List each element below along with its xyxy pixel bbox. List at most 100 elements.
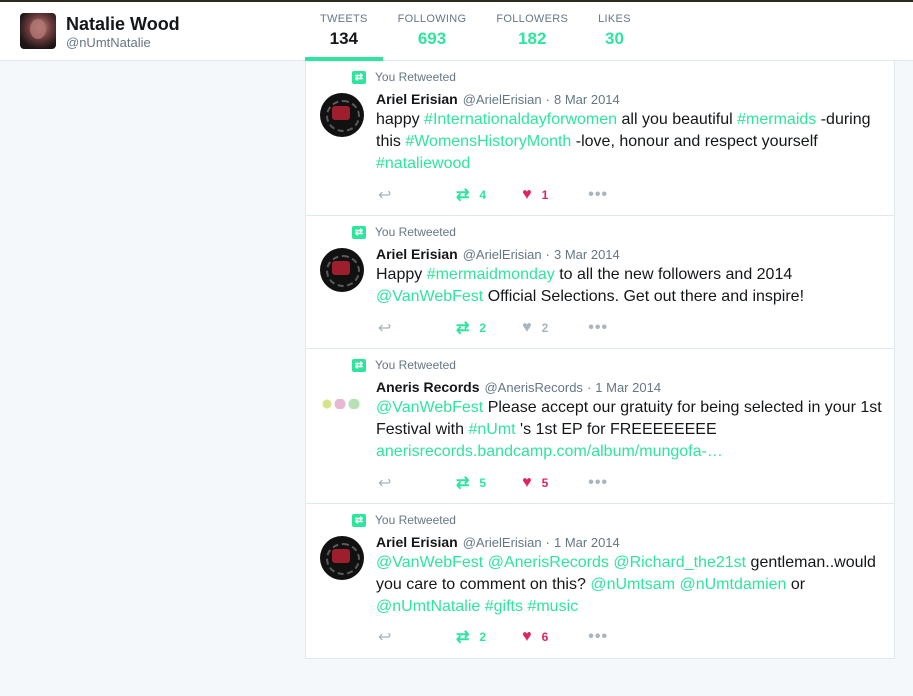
tweet-item[interactable]: ⇄ You Retweeted Ariel Erisian @ArielEris… xyxy=(306,216,894,349)
like-button[interactable]: ♥ 5 xyxy=(522,474,548,492)
tweet-text-segment: -love, honour and respect yourself xyxy=(571,133,818,150)
tweet-text-segment: or xyxy=(786,576,806,593)
more-icon[interactable]: ••• xyxy=(588,474,608,492)
retweet-context-label: You Retweeted xyxy=(375,225,456,239)
tweet-text: @VanWebFest @AnerisRecords @Richard_the2… xyxy=(376,552,888,618)
retweet-context-label: You Retweeted xyxy=(375,513,456,527)
tweet-author-handle[interactable]: @ArielErisian xyxy=(463,247,542,262)
like-count: 6 xyxy=(541,630,549,644)
hashtag-link[interactable]: #gifts xyxy=(485,598,523,615)
tweet-author-handle[interactable]: @AnerisRecords xyxy=(484,380,582,395)
tweet-author-handle[interactable]: @ArielErisian xyxy=(463,535,542,550)
retweet-count: 4 xyxy=(479,188,487,202)
retweet-context: ⇄ You Retweeted xyxy=(352,358,456,372)
retweet-context: ⇄ You Retweeted xyxy=(352,513,456,527)
hashtag-link[interactable]: #music xyxy=(527,598,578,615)
tweet-avatar[interactable] xyxy=(320,248,364,292)
tweet-avatar[interactable] xyxy=(320,536,364,580)
separator-dot: · xyxy=(545,92,550,107)
hashtag-link[interactable]: #nUmt xyxy=(468,421,515,438)
profile-summary[interactable]: Natalie Wood @nUmtNatalie xyxy=(20,13,180,51)
hashtag-link[interactable]: #mermaids xyxy=(737,111,816,128)
mention-link[interactable]: @VanWebFest xyxy=(376,288,483,305)
tweet-date[interactable]: 1 Mar 2014 xyxy=(554,535,620,550)
tweet-text: happy #Internationaldayforwomen all you … xyxy=(376,109,888,175)
mention-link[interactable]: @Richard_the21st xyxy=(613,554,746,571)
retweet-context-label: You Retweeted xyxy=(375,358,456,372)
tweet-text: @VanWebFest Please accept our gratuity f… xyxy=(376,397,888,463)
tweet-date[interactable]: 1 Mar 2014 xyxy=(595,380,661,395)
tweet-item[interactable]: ⇄ You Retweeted Ariel Erisian @ArielEris… xyxy=(306,61,894,216)
stat-value: 134 xyxy=(329,29,358,48)
hashtag-link[interactable]: #nataliewood xyxy=(376,155,470,172)
tweet-actions: ↩ ⇄ 2 ♥ 2 ••• xyxy=(378,318,608,338)
tweet-avatar[interactable] xyxy=(320,93,364,137)
mention-link[interactable]: @nUmtsam xyxy=(590,576,675,593)
tweet-text-segment: 's 1st EP for FREEEEEEEE xyxy=(515,421,717,438)
stat-value: 693 xyxy=(417,29,447,48)
stat-tweets[interactable]: TWEETS 134 xyxy=(305,2,383,61)
heart-icon: ♥ xyxy=(522,474,532,491)
url-link[interactable]: anerisrecords.bandcamp.com/album/mungofa… xyxy=(376,443,723,460)
retweet-count: 2 xyxy=(479,321,487,335)
profile-header: Natalie Wood @nUmtNatalie TWEETS 134 FOL… xyxy=(0,2,913,61)
reply-icon[interactable]: ↩ xyxy=(378,473,396,493)
retweet-button[interactable]: ⇄ 2 xyxy=(456,318,486,338)
tweet-text-segment: all you beautiful xyxy=(617,111,738,128)
hashtag-link[interactable]: #mermaidmonday xyxy=(427,266,555,283)
hashtag-link[interactable]: #WomensHistoryMonth xyxy=(405,133,571,150)
mention-link[interactable]: @nUmtNatalie xyxy=(376,598,480,615)
retweet-context: ⇄ You Retweeted xyxy=(352,70,456,84)
mention-link[interactable]: @AnerisRecords xyxy=(488,554,609,571)
tweet-actions: ↩ ⇄ 2 ♥ 6 ••• xyxy=(378,627,608,647)
retweet-icon: ⇄ xyxy=(456,629,470,646)
heart-icon: ♥ xyxy=(522,628,532,645)
stat-label: FOLLOWERS xyxy=(496,13,569,25)
like-count: 5 xyxy=(541,476,549,490)
tweet-author-name[interactable]: Ariel Erisian xyxy=(376,534,458,550)
retweet-icon: ⇄ xyxy=(456,320,470,337)
retweet-button[interactable]: ⇄ 5 xyxy=(456,473,486,493)
retweet-icon: ⇄ xyxy=(352,70,366,84)
tweet-text-segment: Official Selections. Get out there and i… xyxy=(483,288,805,305)
like-button[interactable]: ♥ 6 xyxy=(522,628,548,646)
more-icon[interactable]: ••• xyxy=(588,628,608,646)
stat-likes[interactable]: LIKES 30 xyxy=(583,2,646,61)
like-count: 2 xyxy=(541,321,549,335)
tweet-author-name[interactable]: Aneris Records xyxy=(376,379,479,395)
profile-avatar[interactable] xyxy=(20,13,56,49)
tweet-author-name[interactable]: Ariel Erisian xyxy=(376,91,458,107)
hashtag-link[interactable]: #Internationaldayforwomen xyxy=(424,111,617,128)
tweet-item[interactable]: ⇄ You Retweeted Ariel Erisian @ArielEris… xyxy=(306,504,894,658)
reply-icon[interactable]: ↩ xyxy=(378,627,396,647)
tweet-text-segment: to all the new followers and 2014 xyxy=(554,266,793,283)
stat-following[interactable]: FOLLOWING 693 xyxy=(383,2,482,61)
tweet-date[interactable]: 8 Mar 2014 xyxy=(554,92,620,107)
profile-name[interactable]: Natalie Wood xyxy=(66,14,180,34)
like-button[interactable]: ♥ 2 xyxy=(522,319,548,337)
tweet-date[interactable]: 3 Mar 2014 xyxy=(554,247,620,262)
retweet-icon: ⇄ xyxy=(352,358,366,372)
mention-link[interactable]: @nUmtdamien xyxy=(679,576,786,593)
retweet-button[interactable]: ⇄ 4 xyxy=(456,185,486,205)
stat-followers[interactable]: FOLLOWERS 182 xyxy=(481,2,583,61)
tweet-text-segment: Happy xyxy=(376,266,427,283)
retweet-count: 5 xyxy=(479,476,487,490)
stat-value: 30 xyxy=(605,29,624,48)
tweet-author-name[interactable]: Ariel Erisian xyxy=(376,246,458,262)
tweet-text-segment: happy xyxy=(376,111,425,128)
mention-link[interactable]: @VanWebFest xyxy=(376,554,483,571)
retweet-button[interactable]: ⇄ 2 xyxy=(456,627,486,647)
more-icon[interactable]: ••• xyxy=(588,319,608,337)
reply-icon[interactable]: ↩ xyxy=(378,185,396,205)
separator-dot: · xyxy=(545,247,550,262)
like-button[interactable]: ♥ 1 xyxy=(522,186,548,204)
mention-link[interactable]: @VanWebFest xyxy=(376,399,483,416)
tweet-item[interactable]: ⇄ You Retweeted Aneris Records @AnerisRe… xyxy=(306,349,894,504)
tweet-author-handle[interactable]: @ArielErisian xyxy=(463,92,542,107)
more-icon[interactable]: ••• xyxy=(588,186,608,204)
stat-label: FOLLOWING xyxy=(397,13,467,25)
tweet-avatar[interactable] xyxy=(320,381,366,425)
reply-icon[interactable]: ↩ xyxy=(378,318,396,338)
heart-icon: ♥ xyxy=(522,319,532,336)
